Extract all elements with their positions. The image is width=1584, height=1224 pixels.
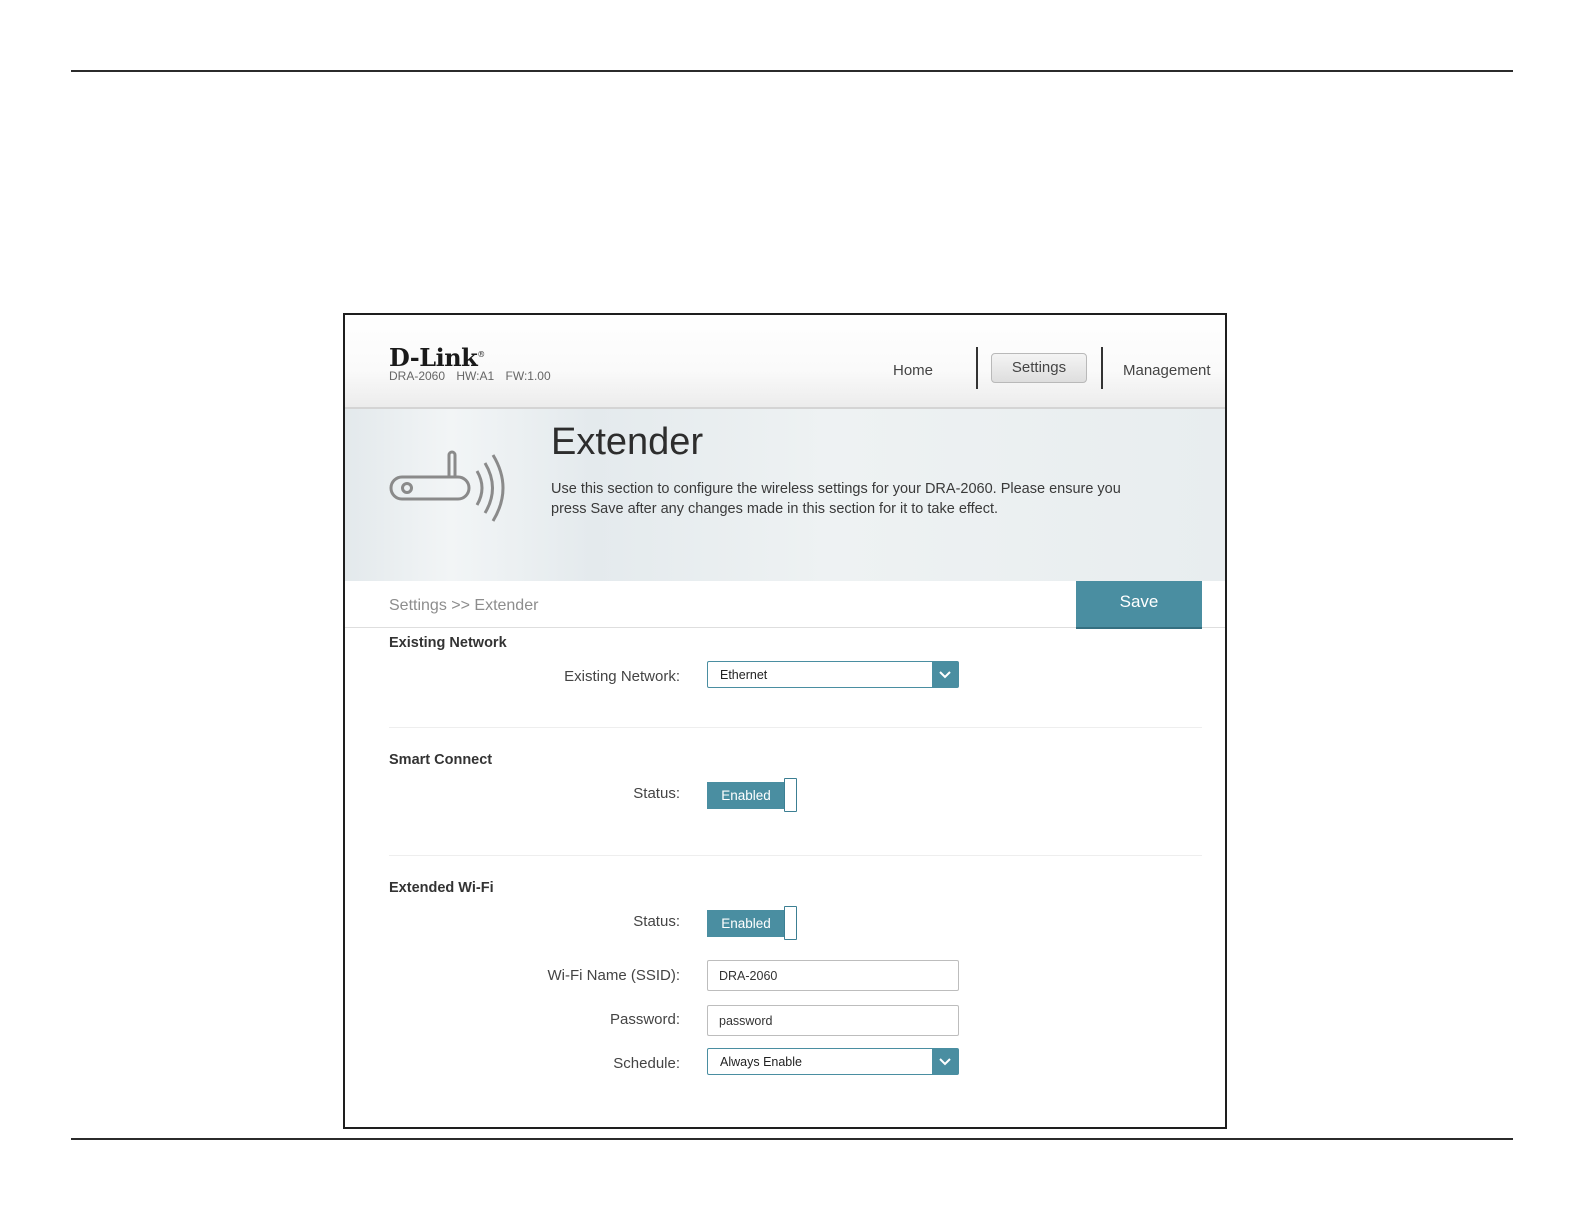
ssid-input[interactable]: DRA-2060: [707, 960, 959, 991]
section-divider: [389, 855, 1202, 856]
password-input[interactable]: password: [707, 1005, 959, 1036]
breadcrumb: Settings >> Extender: [389, 597, 539, 614]
model-number: DRA-2060: [389, 369, 446, 383]
section-title-existing-network: Existing Network: [389, 635, 507, 651]
ssid-value: DRA-2060: [719, 969, 778, 983]
toggle-knob[interactable]: [784, 778, 797, 812]
toggle-knob[interactable]: [784, 906, 797, 940]
schedule-label: Schedule:: [613, 1055, 680, 1072]
password-label: Password:: [609, 1011, 680, 1028]
password-value: password: [719, 1014, 773, 1028]
firmware-version: FW:1.00: [505, 369, 551, 383]
page-description: Use this section to configure the wirele…: [551, 481, 1121, 517]
existing-network-select[interactable]: Ethernet: [707, 661, 959, 688]
ssid-label: Wi-Fi Name (SSID):: [547, 967, 681, 984]
extender-router-icon: [389, 450, 505, 522]
nav-management[interactable]: Management: [1123, 362, 1211, 379]
page-title: Extender: [551, 421, 704, 463]
dlink-logo: D-Link®: [389, 343, 485, 372]
section-title-smart-connect: Smart Connect: [389, 752, 493, 768]
extended-wifi-status-value: Enabled: [707, 910, 785, 937]
schedule-value: Always Enable: [720, 1055, 802, 1069]
chevron-down-icon[interactable]: [932, 662, 958, 687]
smart-connect-toggle[interactable]: Enabled: [707, 778, 799, 814]
page-banner: Extender Use this section to configure t…: [345, 409, 1225, 581]
save-button[interactable]: Save: [1076, 581, 1202, 629]
router-ui-screenshot: D-Link® DRA-2060 HW:A1 FW:1.00 Home Sett…: [343, 313, 1227, 1129]
device-info: DRA-2060 HW:A1 FW:1.00: [389, 369, 559, 383]
extended-wifi-toggle[interactable]: Enabled: [707, 906, 799, 942]
nav-home[interactable]: Home: [893, 362, 933, 379]
existing-network-value: Ethernet: [720, 668, 768, 682]
chevron-down-icon[interactable]: [932, 1049, 958, 1074]
header-bar: D-Link® DRA-2060 HW:A1 FW:1.00 Home Sett…: [345, 315, 1225, 409]
nav-separator: [976, 347, 978, 389]
smart-connect-status-label: Status:: [633, 785, 680, 802]
existing-network-label: Existing Network:: [564, 668, 680, 685]
breadcrumb-bar: Settings >> Extender Save: [345, 581, 1225, 629]
section-title-extended-wifi: Extended Wi-Fi: [389, 880, 494, 896]
extended-wifi-status-label: Status:: [633, 913, 680, 930]
page-top-rule: [71, 70, 1513, 72]
hardware-version: HW:A1: [456, 369, 495, 383]
nav-settings[interactable]: Settings: [991, 353, 1087, 383]
section-divider: [389, 727, 1202, 728]
schedule-select[interactable]: Always Enable: [707, 1048, 959, 1075]
nav-separator: [1101, 347, 1103, 389]
smart-connect-status-value: Enabled: [707, 782, 785, 809]
page-bottom-rule: [71, 1138, 1513, 1140]
